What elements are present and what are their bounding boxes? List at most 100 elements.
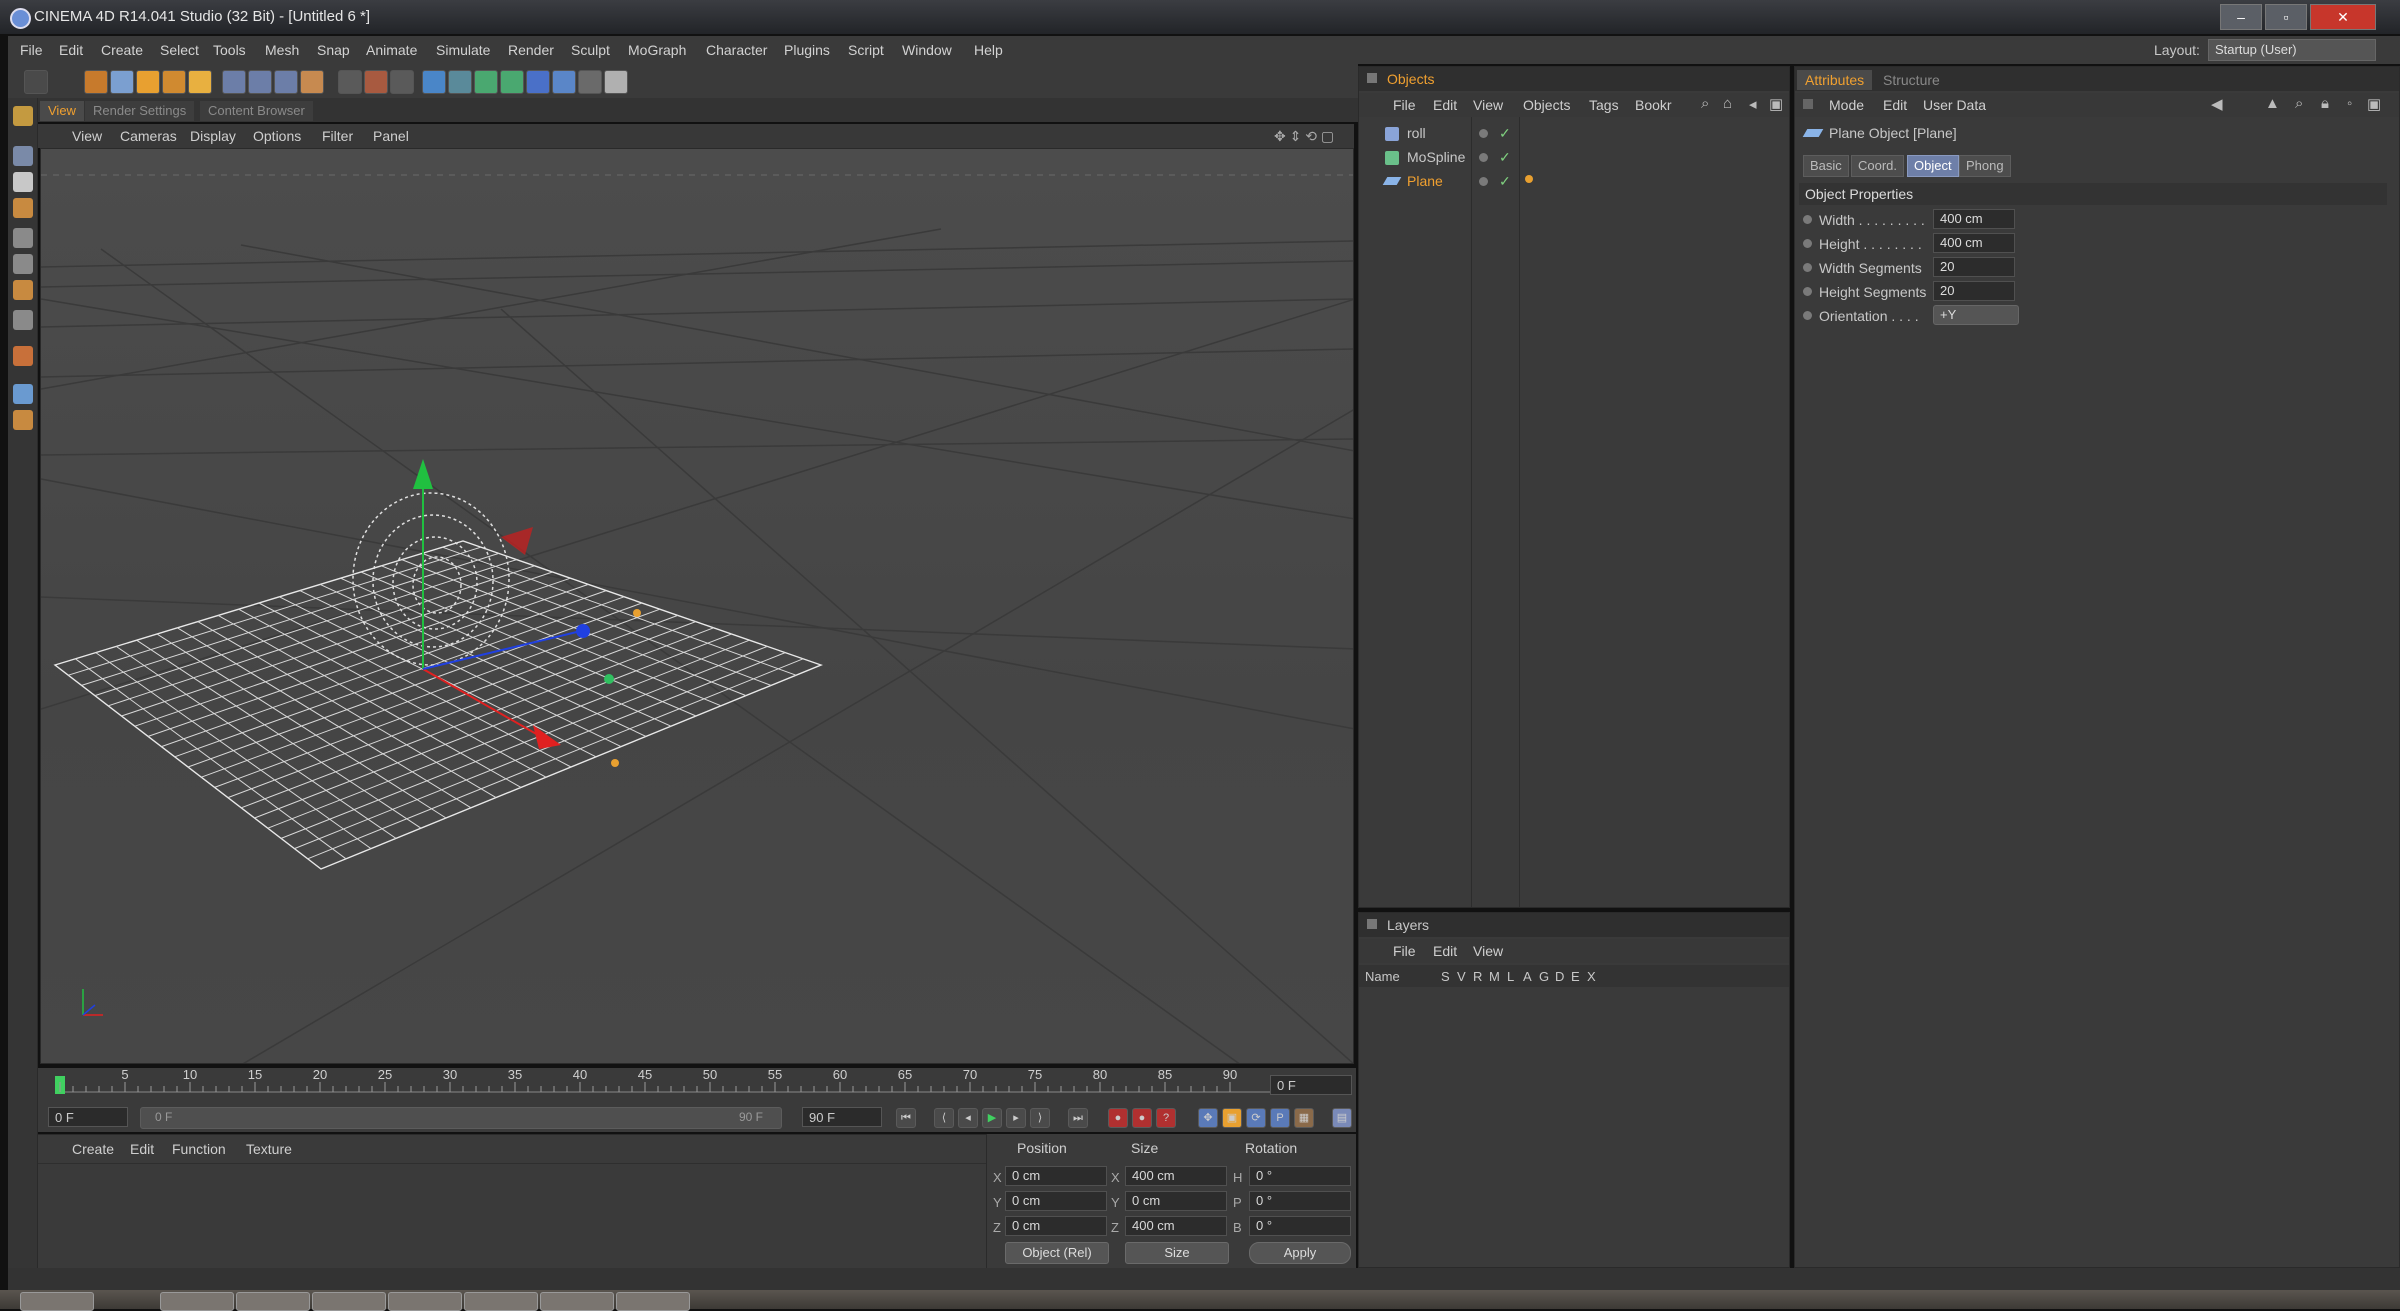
viewport-menu-panel[interactable]: Panel [373, 128, 409, 144]
next-key-icon[interactable]: ⟩ [1030, 1108, 1050, 1128]
attr-menu-user-data[interactable]: User Data [1923, 97, 1986, 113]
add-tool-icon[interactable] [188, 70, 212, 94]
layers-menu-edit[interactable]: Edit [1433, 943, 1457, 959]
record-rotation-icon[interactable]: ⟳ [1246, 1108, 1266, 1128]
menu-window[interactable]: Window [902, 42, 952, 58]
visibility-dot-icon[interactable] [1479, 129, 1488, 138]
object-row[interactable]: MoSpline ✓ [1359, 145, 1789, 169]
rotate-tool-icon[interactable] [162, 70, 186, 94]
close-button[interactable]: ✕ [2310, 4, 2376, 30]
record-point-level-icon[interactable]: ▦ [1294, 1108, 1314, 1128]
panel-grip-icon[interactable] [1803, 99, 1813, 109]
coordinate-system-icon[interactable] [300, 70, 324, 94]
orientation-dropdown[interactable]: +Y [1933, 305, 2019, 325]
back-arrow-icon[interactable]: ◀ [2211, 95, 2223, 113]
camera-icon[interactable] [578, 70, 602, 94]
go-to-end-icon[interactable]: ⏭ [1068, 1108, 1088, 1128]
model-mode-icon[interactable] [13, 146, 33, 166]
go-to-start-icon[interactable]: ⏮ [896, 1108, 916, 1128]
taskbar-app-icon[interactable] [540, 1292, 614, 1311]
objects-menu-view[interactable]: View [1473, 97, 1503, 113]
edges-mode-icon[interactable] [13, 254, 33, 274]
taskbar-app-icon[interactable] [616, 1292, 690, 1311]
menu-sculpt[interactable]: Sculpt [571, 42, 610, 58]
pos-x-field[interactable]: 0 cm [1005, 1166, 1107, 1186]
light-icon[interactable] [604, 70, 628, 94]
undo-icon[interactable] [24, 70, 48, 94]
home-icon[interactable]: ⌂ [1723, 95, 1732, 112]
record-icon[interactable]: ● [1108, 1108, 1128, 1128]
apply-button[interactable]: Apply [1249, 1242, 1351, 1264]
menu-edit[interactable]: Edit [59, 42, 83, 58]
subdivision-surface-icon[interactable] [474, 70, 498, 94]
enabled-check-icon[interactable]: ✓ [1499, 173, 1511, 190]
maximize-button[interactable]: ▫ [2265, 4, 2307, 30]
tab-structure[interactable]: Structure [1875, 70, 1948, 90]
points-mode-icon[interactable] [13, 228, 33, 248]
object-row-selected[interactable]: Plane ✓ [1359, 169, 1789, 193]
back-icon[interactable]: ◂ [1749, 95, 1757, 113]
objects-menu-tags[interactable]: Tags [1589, 97, 1619, 113]
autokey-icon[interactable]: ● [1132, 1108, 1152, 1128]
menu-script[interactable]: Script [848, 42, 884, 58]
animation-dot-icon[interactable] [1803, 239, 1812, 248]
subtab-object[interactable]: Object [1907, 155, 1959, 177]
objects-menu-objects[interactable]: Objects [1523, 97, 1570, 113]
animation-dot-icon[interactable] [1803, 263, 1812, 272]
objects-menu-file[interactable]: File [1393, 97, 1416, 113]
pin-icon[interactable]: ◦ [2347, 95, 2352, 112]
phong-tag-icon[interactable] [1525, 175, 1533, 183]
deformer-icon[interactable] [526, 70, 550, 94]
menu-render[interactable]: Render [508, 42, 554, 58]
snap-icon[interactable] [13, 346, 33, 366]
objects-menu-bookmarks[interactable]: Bookr [1635, 97, 1672, 113]
subtab-coord[interactable]: Coord. [1851, 155, 1905, 177]
height-segments-field[interactable]: 20 [1933, 281, 2015, 301]
panel-grip-icon[interactable] [1367, 919, 1377, 929]
live-selection-icon[interactable] [84, 70, 108, 94]
size-z-field[interactable]: 400 cm [1125, 1216, 1227, 1236]
layers-menu-view[interactable]: View [1473, 943, 1503, 959]
menu-help[interactable]: Help [974, 42, 1003, 58]
taskbar-app-icon[interactable] [388, 1292, 462, 1311]
tab-attributes[interactable]: Attributes [1797, 70, 1873, 90]
z-axis-lock-icon[interactable] [274, 70, 298, 94]
animation-dot-icon[interactable] [1803, 287, 1812, 296]
width-segments-field[interactable]: 20 [1933, 257, 2015, 277]
polygons-mode-icon[interactable] [13, 280, 33, 300]
cube-icon[interactable] [422, 70, 446, 94]
size-y-field[interactable]: 0 cm [1125, 1191, 1227, 1211]
viewport-menu-cameras[interactable]: Cameras [120, 128, 177, 144]
minimize-button[interactable]: – [2220, 4, 2262, 30]
array-icon[interactable] [500, 70, 524, 94]
object-row[interactable]: roll ✓ [1359, 121, 1789, 145]
locked-workplane-icon[interactable] [13, 410, 33, 430]
menu-animate[interactable]: Animate [366, 42, 417, 58]
x-axis-lock-icon[interactable] [222, 70, 246, 94]
size-x-field[interactable]: 400 cm [1125, 1166, 1227, 1186]
move-tool-icon[interactable] [110, 70, 134, 94]
end-frame-field[interactable]: 90 F [802, 1107, 882, 1127]
coord-mode-select[interactable]: Object (Rel) [1005, 1242, 1109, 1264]
viewport-navigation-icons[interactable]: ✥ ⇕ ⟲ ▢ [1274, 128, 1334, 145]
attr-menu-edit[interactable]: Edit [1883, 97, 1907, 113]
visibility-dot-icon[interactable] [1479, 153, 1488, 162]
viewport-menu-display[interactable]: Display [190, 128, 236, 144]
viewport-menu-view[interactable]: View [72, 128, 102, 144]
panel-grip-icon[interactable] [1367, 73, 1377, 83]
record-position-icon[interactable]: ✥ [1198, 1108, 1218, 1128]
layout-select[interactable]: Startup (User) [2208, 39, 2376, 61]
subtab-basic[interactable]: Basic [1803, 155, 1849, 177]
menu-mesh[interactable]: Mesh [265, 42, 299, 58]
pos-y-field[interactable]: 0 cm [1005, 1191, 1107, 1211]
axis-mode-icon[interactable] [13, 310, 33, 330]
taskbar-app-icon[interactable] [464, 1292, 538, 1311]
workplane-icon[interactable] [13, 198, 33, 218]
width-field[interactable]: 400 cm [1933, 209, 2015, 229]
menu-character[interactable]: Character [706, 42, 767, 58]
make-editable-icon[interactable] [13, 106, 33, 126]
play-icon[interactable]: ▶ [982, 1108, 1002, 1128]
animation-dot-icon[interactable] [1803, 311, 1812, 320]
menu-file[interactable]: File [20, 42, 43, 58]
frame-range-slider[interactable]: 0 F 90 F [140, 1107, 782, 1129]
